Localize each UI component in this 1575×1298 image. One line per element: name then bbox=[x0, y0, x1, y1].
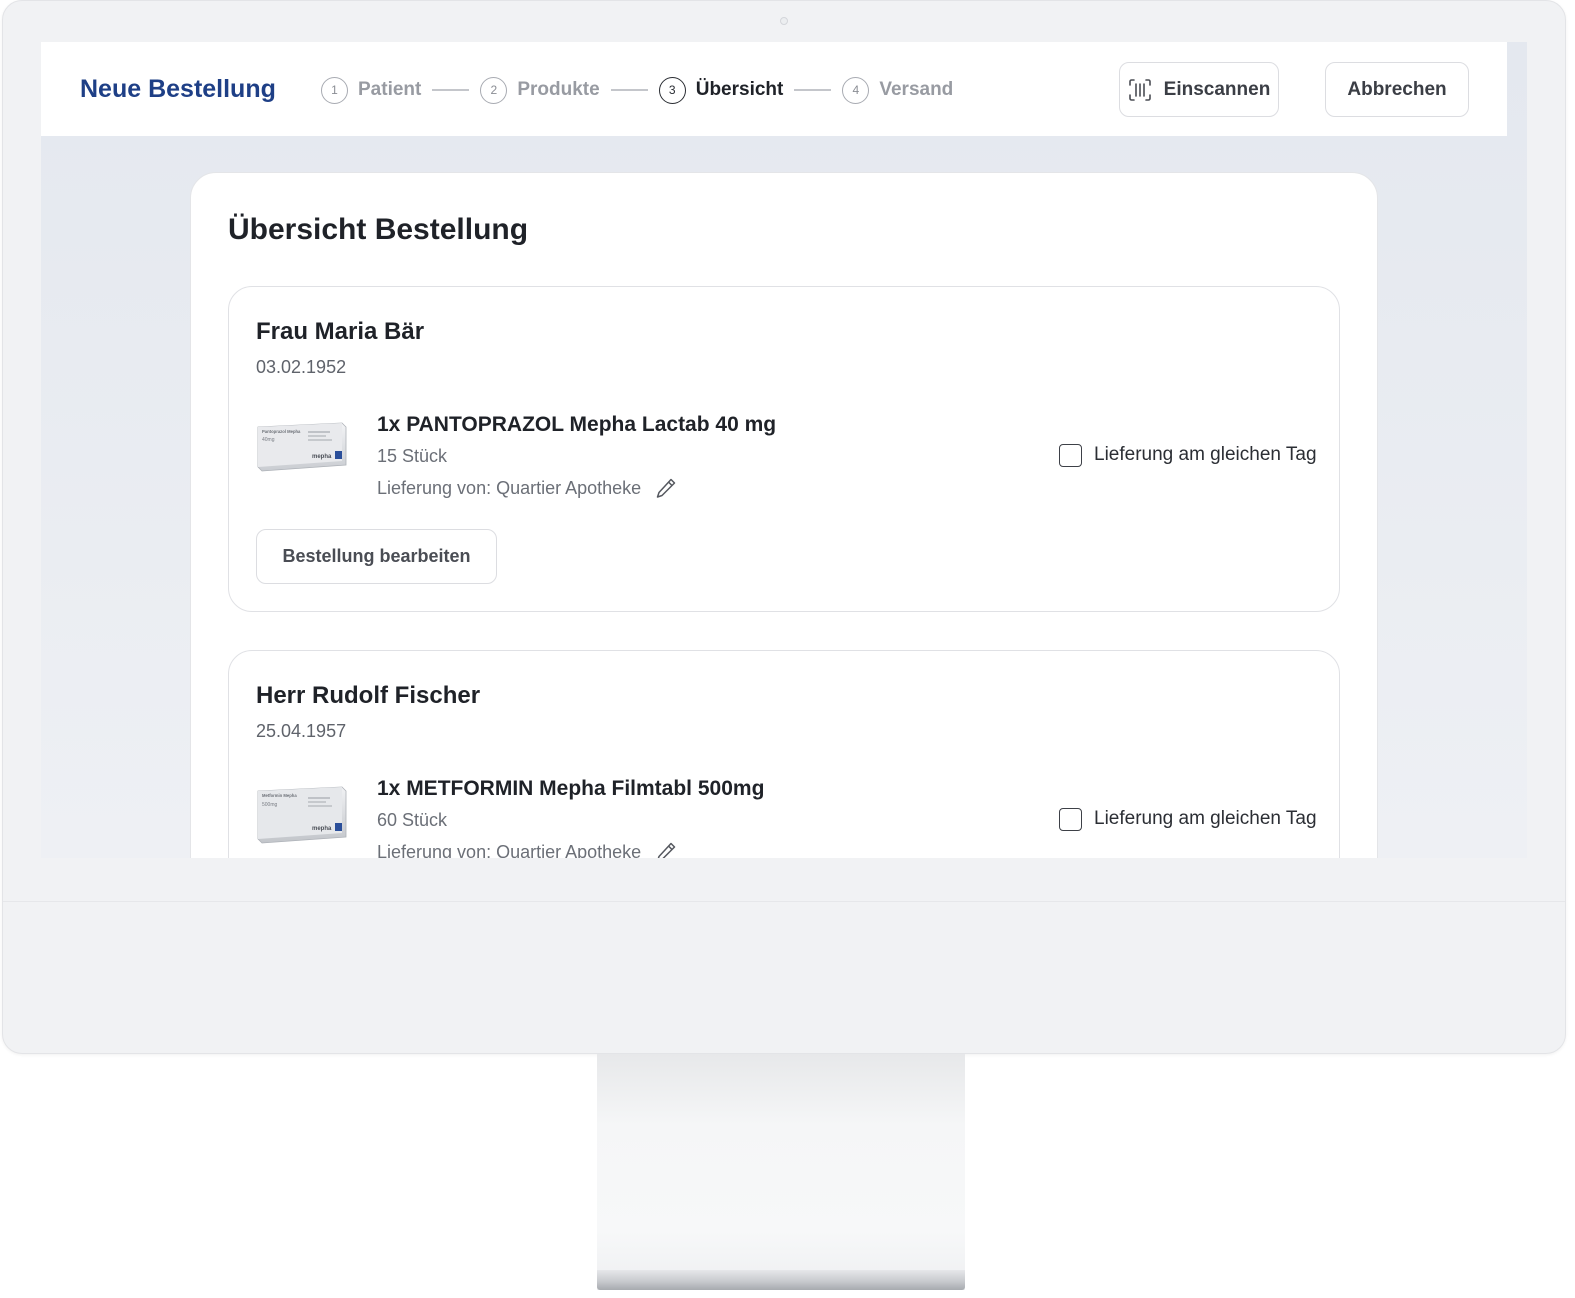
monitor-stand-base bbox=[597, 1270, 965, 1290]
step-produkte[interactable]: 2 Produkte bbox=[480, 76, 600, 104]
same-day-delivery-option[interactable]: Lieferung am gleichen Tag bbox=[1059, 806, 1317, 832]
edit-order-button-label: Bestellung bearbeiten bbox=[282, 546, 471, 566]
page-title: Neue Bestellung bbox=[80, 75, 276, 103]
scan-button-label: Einscannen bbox=[1163, 78, 1271, 100]
same-day-delivery-option[interactable]: Lieferung am gleichen Tag bbox=[1059, 442, 1317, 468]
product-quantity: 15 Stück bbox=[377, 446, 448, 466]
step-number: 4 bbox=[842, 76, 870, 104]
order-stepper: 1 Patient 2 Produkte 3 Übersicht 4 Versa… bbox=[321, 76, 953, 104]
box-brand-text: Pantoprazol Mepha bbox=[262, 429, 301, 434]
step-label: Versand bbox=[879, 79, 954, 100]
same-day-checkbox[interactable] bbox=[1059, 443, 1082, 467]
delivery-source: Lieferung von: Quartier Apotheke bbox=[377, 474, 678, 502]
patient-name: Herr Rudolf Fischer bbox=[256, 682, 481, 709]
barcode-scan-icon bbox=[1128, 78, 1151, 101]
step-connector bbox=[610, 89, 648, 91]
step-versand[interactable]: 4 Versand bbox=[842, 76, 954, 104]
patient-name: Frau Maria Bär bbox=[256, 318, 425, 345]
step-number: 3 bbox=[658, 76, 686, 104]
overview-title: Übersicht Bestellung bbox=[228, 213, 529, 246]
step-number: 2 bbox=[480, 76, 508, 104]
box-strength-text: 40mg bbox=[262, 437, 275, 443]
scan-button[interactable]: Einscannen bbox=[1119, 62, 1279, 117]
step-connector bbox=[432, 89, 470, 91]
product-name: 1x PANTOPRAZOL Mepha Lactab 40 mg bbox=[377, 413, 777, 436]
step-patient[interactable]: 1 Patient bbox=[321, 76, 422, 104]
order-card: Frau Maria Bär 03.02.1952 Pantoprazol Me… bbox=[228, 286, 1340, 612]
cancel-button[interactable]: Abbrechen bbox=[1325, 62, 1469, 117]
app-screen: Neue Bestellung 1 Patient 2 Produkte 3 Ü… bbox=[41, 42, 1527, 858]
step-number: 1 bbox=[321, 76, 348, 104]
patient-birth-date: 03.02.1952 bbox=[256, 357, 347, 377]
delivery-source: Lieferung von: Quartier Apotheke bbox=[377, 838, 678, 858]
pencil-icon[interactable] bbox=[654, 476, 678, 500]
pencil-icon[interactable] bbox=[654, 840, 678, 858]
same-day-label: Lieferung am gleichen Tag bbox=[1094, 444, 1317, 465]
product-quantity: 60 Stück bbox=[377, 810, 448, 830]
step-label: Produkte bbox=[517, 79, 600, 100]
delivery-source-label: Lieferung von: Quartier Apotheke bbox=[377, 841, 642, 859]
monitor-chin-divider bbox=[3, 901, 1565, 902]
step-uebersicht[interactable]: 3 Übersicht bbox=[658, 76, 784, 104]
step-label: Patient bbox=[358, 79, 422, 100]
box-maker-text: mepha bbox=[312, 826, 332, 832]
order-card: Herr Rudolf Fischer 25.04.1957 Metformin… bbox=[228, 650, 1340, 858]
box-maker-text: mepha bbox=[312, 454, 332, 460]
same-day-label: Lieferung am gleichen Tag bbox=[1094, 808, 1317, 829]
camera-icon bbox=[780, 17, 788, 25]
overview-panel: Übersicht Bestellung Frau Maria Bär 03.0… bbox=[190, 172, 1378, 858]
delivery-source-label: Lieferung von: Quartier Apotheke bbox=[377, 477, 642, 498]
edit-order-button[interactable]: Bestellung bearbeiten bbox=[256, 529, 497, 584]
box-brand-text: Metformin Mepha bbox=[262, 793, 297, 798]
patient-birth-date: 25.04.1957 bbox=[256, 721, 347, 741]
step-connector bbox=[794, 89, 832, 91]
cancel-button-label: Abbrechen bbox=[1347, 78, 1447, 100]
top-bar: Neue Bestellung 1 Patient 2 Produkte 3 Ü… bbox=[41, 42, 1507, 136]
medicine-box-image: Metformin Mepha 500mg mepha bbox=[257, 786, 347, 844]
same-day-checkbox[interactable] bbox=[1059, 807, 1082, 831]
product-name: 1x METFORMIN Mepha Filmtabl 500mg bbox=[377, 777, 765, 800]
monitor-stand bbox=[597, 1054, 965, 1290]
medicine-box-image: Pantoprazol Mepha 40mg mepha bbox=[257, 422, 347, 472]
box-strength-text: 500mg bbox=[262, 802, 278, 808]
step-label: Übersicht bbox=[695, 79, 784, 100]
